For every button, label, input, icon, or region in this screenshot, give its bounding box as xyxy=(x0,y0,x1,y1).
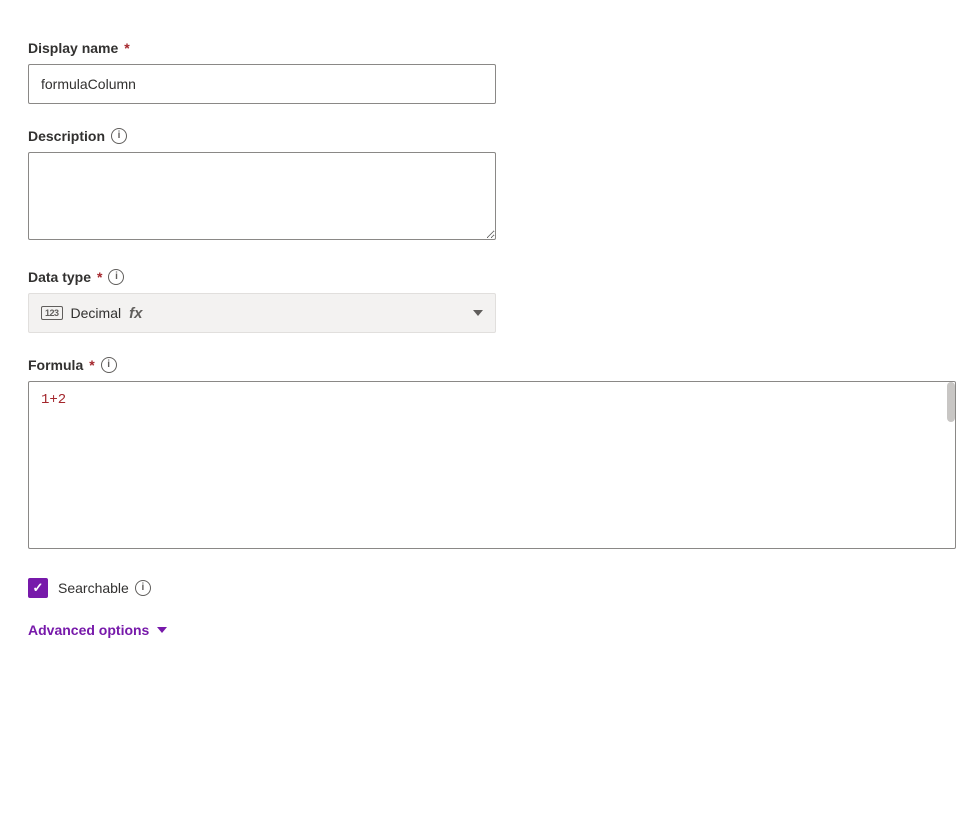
data-type-group: Data type * i 123 Decimal fx xyxy=(28,269,540,333)
data-type-label-text: Data type xyxy=(28,269,91,285)
description-label-text: Description xyxy=(28,128,105,144)
data-type-selected-value: Decimal xyxy=(71,305,122,321)
data-type-dropdown[interactable]: 123 Decimal fx xyxy=(28,293,496,333)
formula-area-wrapper: 1+2 xyxy=(28,381,956,554)
description-group: Description i xyxy=(28,128,540,245)
data-type-info-icon[interactable]: i xyxy=(108,269,124,285)
display-name-label: Display name * xyxy=(28,40,540,56)
searchable-row: ✓ Searchable i xyxy=(28,578,540,598)
data-type-label: Data type * i xyxy=(28,269,540,285)
formula-required: * xyxy=(89,357,94,373)
description-label: Description i xyxy=(28,128,540,144)
display-name-input[interactable] xyxy=(28,64,496,104)
description-info-icon[interactable]: i xyxy=(111,128,127,144)
searchable-label: Searchable i xyxy=(58,580,151,596)
searchable-checkbox[interactable]: ✓ xyxy=(28,578,48,598)
display-name-group: Display name * xyxy=(28,40,540,104)
data-type-required: * xyxy=(97,269,102,285)
data-type-chevron-icon xyxy=(473,310,483,316)
description-textarea[interactable] xyxy=(28,152,496,240)
data-type-select-left: 123 Decimal fx xyxy=(41,305,142,322)
formula-label: Formula * i xyxy=(28,357,540,373)
display-name-label-text: Display name xyxy=(28,40,118,56)
formula-scrollbar-thumb xyxy=(947,382,955,422)
data-type-icon: 123 xyxy=(41,306,63,320)
advanced-options-text: Advanced options xyxy=(28,622,149,638)
checkmark-icon: ✓ xyxy=(33,581,44,594)
display-name-required: * xyxy=(124,40,129,56)
advanced-options-chevron-icon xyxy=(157,627,167,633)
form-container: Display name * Description i Data type *… xyxy=(24,30,544,648)
formula-label-text: Formula xyxy=(28,357,83,373)
formula-group: Formula * i 1+2 xyxy=(28,357,540,554)
formula-textarea[interactable]: 1+2 xyxy=(28,381,956,549)
searchable-info-icon[interactable]: i xyxy=(135,580,151,596)
fx-icon: fx xyxy=(129,305,142,322)
formula-info-icon[interactable]: i xyxy=(101,357,117,373)
advanced-options-row[interactable]: Advanced options xyxy=(28,622,540,638)
searchable-label-text: Searchable xyxy=(58,580,129,596)
